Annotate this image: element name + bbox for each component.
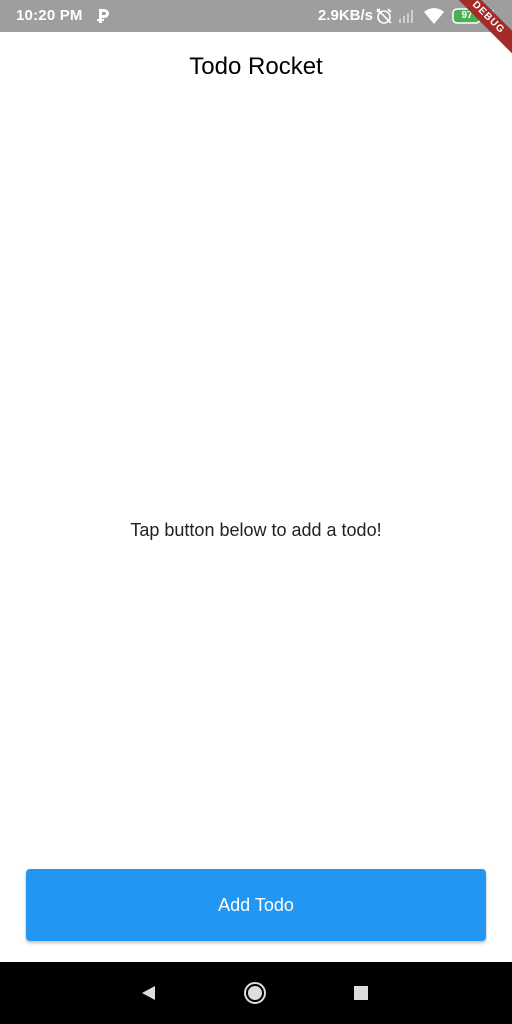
alarm-off-icon xyxy=(376,8,392,24)
app-bar: Todo Rocket xyxy=(0,32,512,104)
recents-icon[interactable] xyxy=(353,985,369,1001)
signal-icon xyxy=(399,10,413,23)
wifi-icon xyxy=(424,8,444,24)
back-icon[interactable] xyxy=(139,984,157,1002)
p-icon xyxy=(97,9,109,23)
status-bar: 10:20 PM 2.9KB/s 97 xyxy=(0,0,512,32)
app-screen: 10:20 PM 2.9KB/s 97 DEBUG Todo Rocket Ta… xyxy=(0,0,512,1024)
add-todo-button[interactable]: Add Todo xyxy=(26,869,486,941)
network-speed: 2.9KB/s xyxy=(318,7,374,24)
empty-state-message: Tap button below to add a todo! xyxy=(130,520,382,540)
status-time: 10:20 PM xyxy=(16,7,83,24)
page-title: Todo Rocket xyxy=(189,53,323,80)
home-icon[interactable] xyxy=(243,981,267,1005)
system-nav-bar xyxy=(0,962,512,1024)
